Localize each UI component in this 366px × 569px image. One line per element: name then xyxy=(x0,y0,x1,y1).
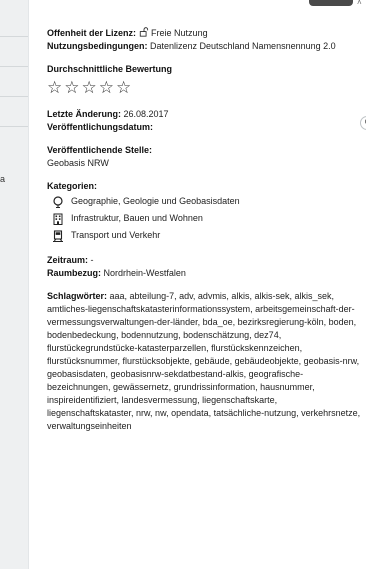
map-pin-icon xyxy=(51,195,65,208)
divider xyxy=(0,96,28,97)
license-open-label: Offenheit der Lizenz: xyxy=(47,28,137,38)
modified-value: 26.08.2017 xyxy=(123,109,169,119)
category-item[interactable]: Transport und Verkehr xyxy=(47,227,363,244)
left-sidebar: a xyxy=(0,0,28,569)
star-rating[interactable]: ☆☆☆☆☆ xyxy=(47,78,363,98)
divider xyxy=(0,126,28,127)
top-button[interactable] xyxy=(309,0,353,6)
category-item[interactable]: Geographie, Geologie und Geobasisdaten xyxy=(47,193,363,210)
divider xyxy=(0,66,28,67)
published-label: Veröffentlichungsdatum: xyxy=(47,122,154,132)
space-label: Raumbezug: xyxy=(47,268,101,278)
category-label: Transport und Verkehr xyxy=(71,230,161,240)
coverage-section: Zeitraum: - Raumbezug: Nordrhein-Westfal… xyxy=(47,254,363,280)
category-item[interactable]: Infrastruktur, Bauen und Wohnen xyxy=(47,210,363,227)
category-label: Infrastruktur, Bauen und Wohnen xyxy=(71,213,203,223)
license-open-value: Freie Nutzung xyxy=(151,28,208,38)
publisher-label: Veröffentlichende Stelle: xyxy=(47,145,153,155)
license-terms-value[interactable]: Datenlizenz Deutschland Namensnennung 2.… xyxy=(150,41,336,51)
modified-label: Letzte Änderung: xyxy=(47,109,121,119)
divider xyxy=(0,36,28,37)
chevron-up-icon: ˄ xyxy=(357,0,362,7)
left-text-fragment: a xyxy=(0,174,6,184)
rating-label: Durchschnittliche Bewertung xyxy=(47,64,173,74)
publisher-value: Geobasis NRW xyxy=(47,158,109,168)
time-value: - xyxy=(90,255,94,265)
unlock-icon xyxy=(139,27,152,38)
train-icon xyxy=(51,229,65,242)
keywords-value: aaa, abteilung-7, adv, advmis, alkis, al… xyxy=(47,291,361,431)
rating-section: Durchschnittliche Bewertung ☆☆☆☆☆ xyxy=(47,63,363,98)
categories-section: Kategorien: Geographie, Geologie und Geo… xyxy=(47,180,363,244)
space-value: Nordrhein-Westfalen xyxy=(103,268,186,278)
categories-label: Kategorien: xyxy=(47,181,98,191)
time-label: Zeitraum: xyxy=(47,255,89,265)
keywords-label: Schlagwörter: xyxy=(47,291,108,301)
publisher-section: Veröffentlichende Stelle: Geobasis NRW xyxy=(47,144,363,170)
dataset-details-card: ˄ 0 Offenheit der Lizenz: Freie Nutzung … xyxy=(28,0,366,569)
license-section: Offenheit der Lizenz: Freie Nutzung Nutz… xyxy=(47,27,363,53)
dates-section: Letzte Änderung: 26.08.2017 Veröffentlic… xyxy=(47,108,363,134)
category-label: Geographie, Geologie und Geobasisdaten xyxy=(71,196,240,206)
keywords-section: Schlagwörter: aaa, abteilung-7, adv, adv… xyxy=(47,290,363,433)
building-icon xyxy=(51,213,65,225)
license-terms-label: Nutzungsbedingungen: xyxy=(47,41,148,51)
